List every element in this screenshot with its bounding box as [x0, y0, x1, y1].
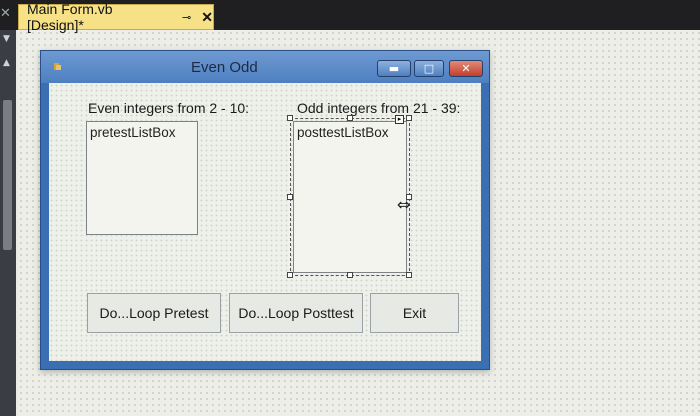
- maximize-icon: □: [423, 62, 435, 75]
- close-icon: ✕: [461, 62, 471, 75]
- do-loop-posttest-label: Do...Loop Posttest: [238, 305, 354, 321]
- form-title-bar[interactable]: Even Odd ▬ □ ✕: [41, 51, 489, 83]
- do-loop-pretest-button[interactable]: Do...Loop Pretest: [87, 293, 221, 333]
- minimize-button[interactable]: ▬: [377, 60, 411, 77]
- resize-handle[interactable]: [406, 272, 412, 278]
- exit-button[interactable]: Exit: [370, 293, 459, 333]
- even-integers-label[interactable]: Even integers from 2 - 10:: [88, 100, 249, 116]
- resize-handle[interactable]: [406, 115, 412, 121]
- vertical-scrollbar[interactable]: ▼ ▲: [0, 30, 16, 416]
- smart-tag-icon[interactable]: ▸: [395, 115, 404, 124]
- odd-integers-label[interactable]: Odd integers from 21 - 39:: [297, 100, 460, 116]
- resize-cursor-icon: ⇔: [397, 195, 411, 214]
- pin-icon[interactable]: ⊸: [182, 11, 191, 24]
- resize-handle[interactable]: [347, 115, 353, 121]
- resize-handle[interactable]: [287, 272, 293, 278]
- form-window[interactable]: Even Odd ▬ □ ✕ Even integers from 2 - 10…: [40, 50, 490, 370]
- tab-title: Main Form.vb [Design]*: [27, 1, 113, 33]
- document-tab-bar: ✕ Main Form.vb [Design]* ⊸ ✕: [0, 0, 700, 33]
- form-icon: [54, 60, 66, 70]
- resize-handle[interactable]: [287, 115, 293, 121]
- scrollbar-thumb[interactable]: [3, 100, 12, 250]
- close-icon[interactable]: ✕: [0, 6, 14, 21]
- minimize-icon: ▬: [388, 62, 400, 75]
- exit-label: Exit: [402, 305, 427, 321]
- chevron-up-icon[interactable]: ▲: [3, 58, 10, 68]
- tab-main-form-design[interactable]: Main Form.vb [Design]* ⊸ ✕: [18, 1, 214, 33]
- pretest-listbox[interactable]: pretestListBox: [86, 121, 198, 235]
- resize-handle[interactable]: [287, 194, 293, 200]
- maximize-button[interactable]: □: [414, 60, 444, 77]
- do-loop-posttest-button[interactable]: Do...Loop Posttest: [229, 293, 363, 333]
- pretest-listbox-name: pretestListBox: [90, 125, 176, 140]
- form-client-area[interactable]: Even integers from 2 - 10: Odd integers …: [49, 83, 481, 361]
- form-title: Even Odd: [191, 59, 258, 76]
- resize-handle[interactable]: [347, 272, 353, 278]
- selection-frame: [290, 118, 410, 276]
- chevron-down-icon[interactable]: ▼: [3, 34, 10, 44]
- do-loop-pretest-label: Do...Loop Pretest: [99, 305, 209, 321]
- close-button[interactable]: ✕: [449, 60, 483, 77]
- close-icon[interactable]: ✕: [201, 9, 213, 26]
